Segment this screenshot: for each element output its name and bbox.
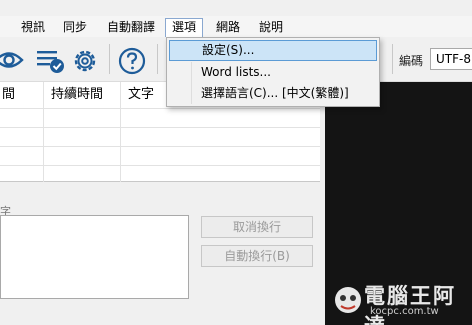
menu-options[interactable]: 選項 <box>165 18 204 37</box>
column-header-text[interactable]: 文字 <box>124 82 154 108</box>
toolbar-separator <box>157 44 158 74</box>
eye-icon[interactable] <box>0 48 24 72</box>
menu-network[interactable]: 網路 <box>210 18 246 37</box>
menu-item-choose-language[interactable]: 選擇語言(C)... [中文(繁體)] <box>169 83 377 104</box>
toolbar-separator <box>109 44 110 74</box>
options-dropdown: 設定(S)... Word lists... 選擇語言(C)... [中文(繁體… <box>166 37 380 107</box>
column-header-time[interactable]: 間 <box>0 82 15 108</box>
toolbar-separator <box>392 44 393 74</box>
encoding-select[interactable]: UTF-8 <box>430 48 472 70</box>
mascot-logo-icon <box>335 287 361 313</box>
table-row[interactable] <box>0 108 320 129</box>
subtitle-text-input[interactable] <box>0 215 189 299</box>
menu-help[interactable]: 說明 <box>253 18 289 37</box>
menu-video[interactable]: 視訊 <box>15 18 51 37</box>
encoding-label: 編碼 <box>399 54 424 68</box>
table-row[interactable] <box>0 146 320 167</box>
help-icon[interactable] <box>117 46 147 76</box>
watermark-url: kocpc.com.tw <box>370 306 439 317</box>
watermark-text: 電腦王阿達 <box>364 284 456 325</box>
menu-sync[interactable]: 同步 <box>57 18 93 37</box>
list-check-icon[interactable] <box>36 47 66 75</box>
auto-wrap-button[interactable]: 自動換行(B) <box>201 245 313 267</box>
menu-item-word-lists[interactable]: Word lists... <box>169 62 377 83</box>
table-row[interactable] <box>0 127 320 148</box>
undo-line-break-button[interactable]: 取消換行 <box>201 216 313 238</box>
column-header-duration[interactable]: 持續時間 <box>47 82 103 108</box>
menu-bar: 視訊 同步 自動翻譯 選項 網路 說明 <box>0 16 472 37</box>
watermark: 電腦王阿達 kocpc.com.tw <box>328 280 468 325</box>
menu-auto-translate[interactable]: 自動翻譯 <box>101 18 161 37</box>
gear-icon[interactable] <box>70 46 100 76</box>
menu-item-settings[interactable]: 設定(S)... <box>169 40 377 61</box>
